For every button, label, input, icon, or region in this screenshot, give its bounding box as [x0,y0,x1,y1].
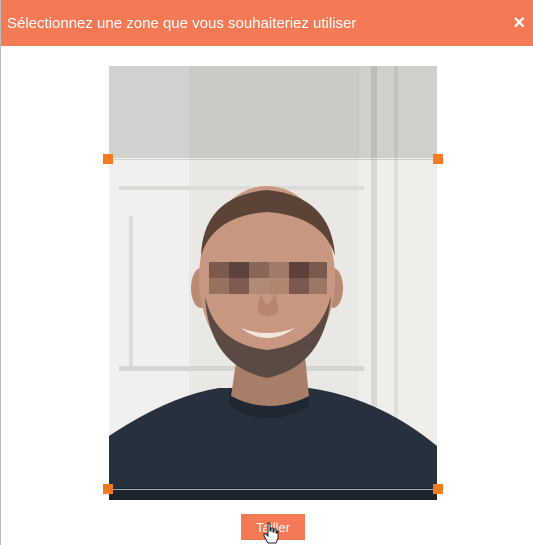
crop-handle-bottom-left[interactable] [103,484,113,494]
crop-dialog: Sélectionnez une zone que vous souhaiter… [0,0,533,545]
crop-handle-top-right[interactable] [433,154,443,164]
dialog-titlebar: Sélectionnez une zone que vous souhaiter… [1,0,533,46]
crop-outside-overlay-top [109,66,437,160]
close-icon[interactable]: × [513,13,525,33]
crop-handle-top-left[interactable] [103,154,113,164]
crop-handle-bottom-right[interactable] [433,484,443,494]
dialog-title: Sélectionnez une zone que vous souhaiter… [7,14,357,32]
hand-pointer-icon [263,522,279,544]
crop-selection-box[interactable] [103,154,443,494]
